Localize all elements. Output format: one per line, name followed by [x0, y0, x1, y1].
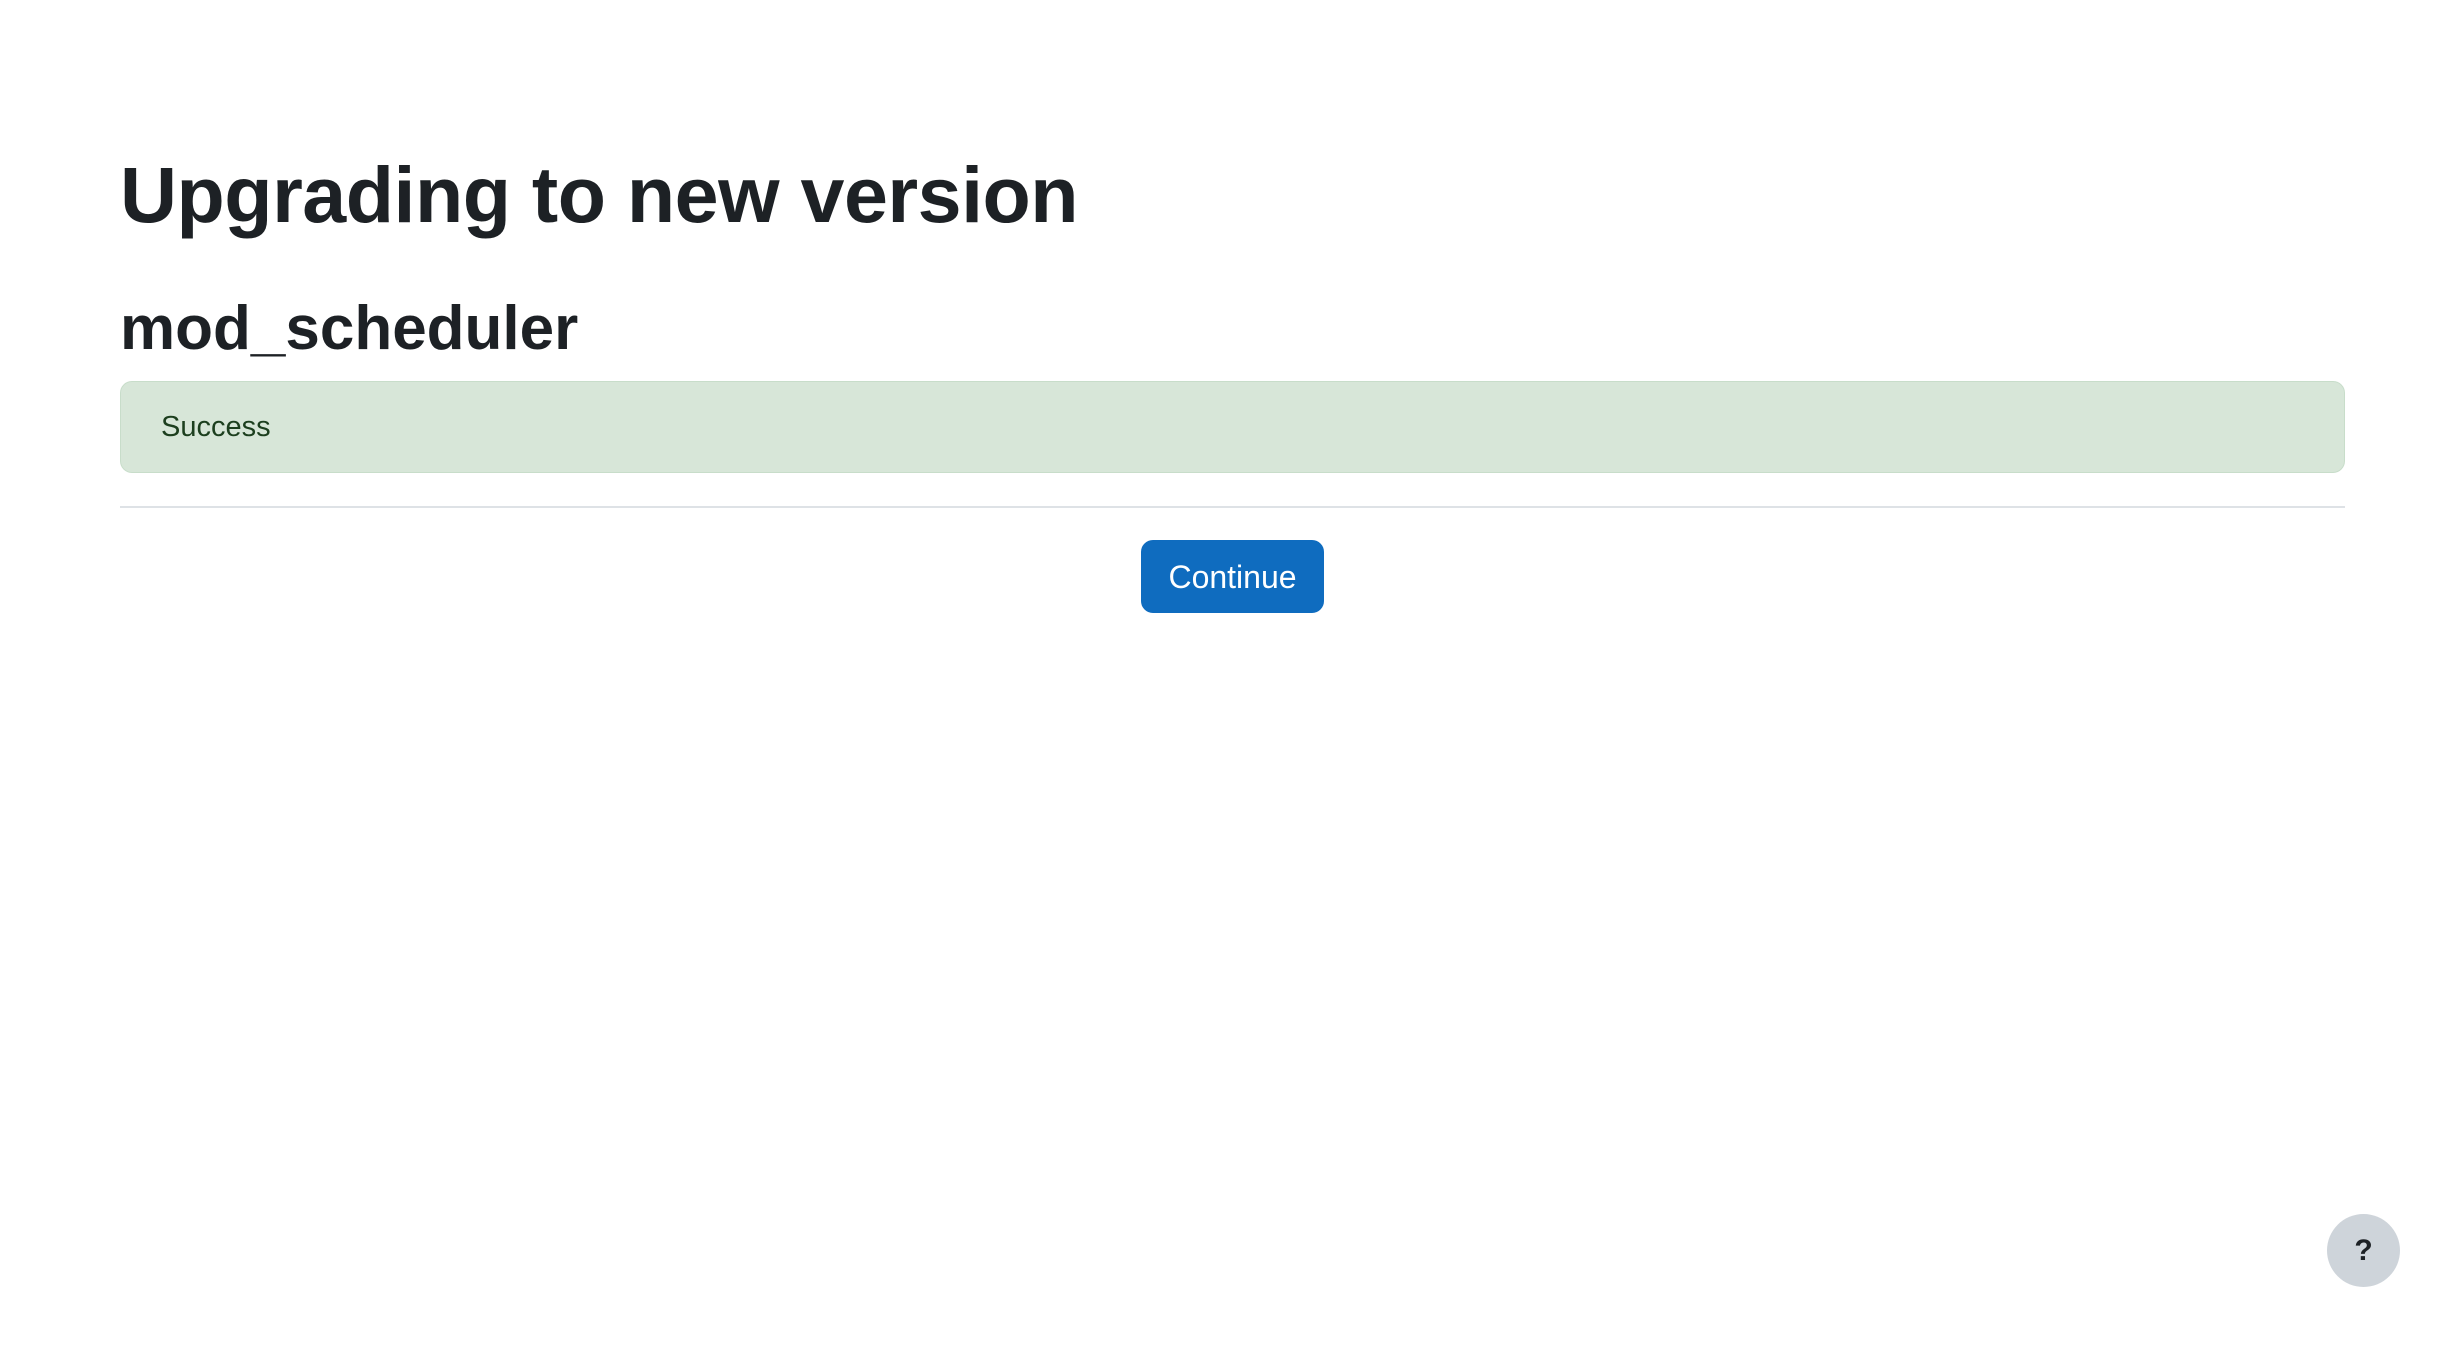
divider — [120, 506, 2345, 508]
plugin-heading: mod_scheduler — [120, 294, 579, 363]
alert-message: Success — [161, 410, 271, 443]
continue-button[interactable]: Continue — [1141, 540, 1324, 613]
help-button[interactable]: ? — [2327, 1214, 2400, 1287]
question-icon: ? — [2354, 1233, 2373, 1267]
continue-container: Continue — [120, 540, 2345, 613]
page-title: Upgrading to new version — [120, 150, 1079, 239]
success-alert: Success — [120, 381, 2345, 473]
